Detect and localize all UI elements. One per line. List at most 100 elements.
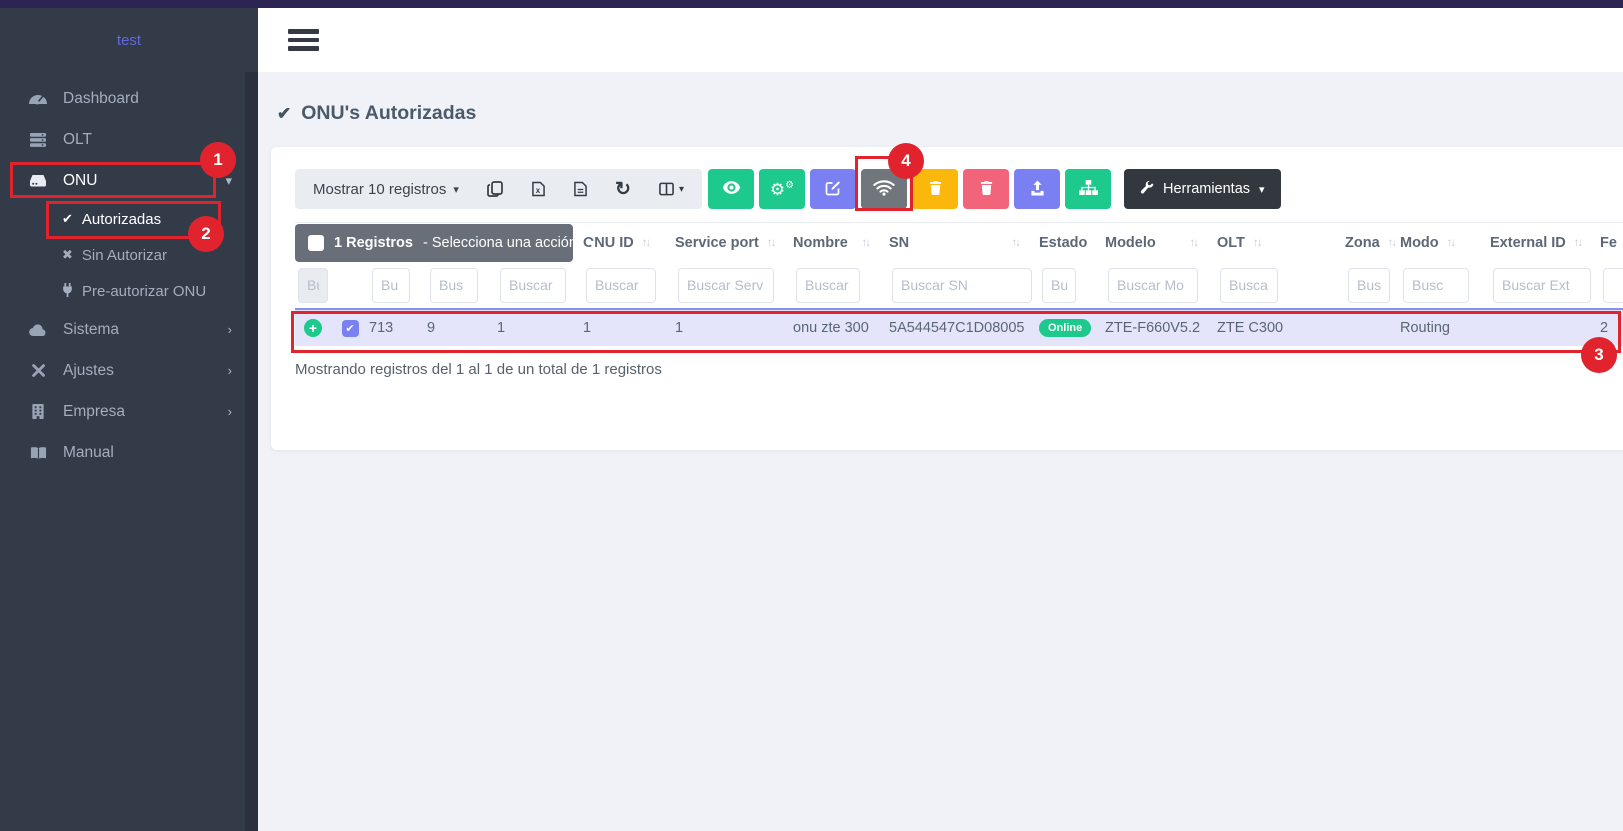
edit-icon [825, 180, 841, 199]
filter-input-zona[interactable] [1348, 268, 1390, 303]
cell-index: 713 [369, 320, 427, 336]
sidebar-item-label: Autorizadas [82, 211, 161, 228]
cell-fecha: 2 [1600, 320, 1623, 336]
column-header-modelo[interactable]: Modelo↑↓ [1105, 235, 1217, 251]
sidebar: test Dashboard OLT ONU ▾ ✔ Autorizadas ✖… [0, 8, 258, 831]
filter-input-port[interactable] [430, 268, 478, 303]
copy-icon[interactable] [487, 181, 503, 197]
filter-input-service-port[interactable] [678, 268, 774, 303]
column-header-olt[interactable]: OLT↑↓ [1217, 235, 1345, 251]
config-button[interactable]: ⚙⚙ [759, 169, 805, 209]
refresh-icon[interactable]: ↻ [615, 178, 631, 201]
column-header-onu-id[interactable]: ONU ID↑↓ [583, 235, 675, 251]
chevron-down-icon: ▾ [225, 173, 232, 189]
sidebar-item-autorizadas[interactable]: ✔ Autorizadas [0, 201, 258, 237]
filter-input-onu-id[interactable] [586, 268, 656, 303]
top-accent-bar [0, 0, 1623, 8]
bulk-action-select[interactable]: 1 Registros - Selecciona una acción ▾ [295, 224, 573, 262]
sidebar-item-label: Dashboard [63, 90, 139, 108]
cell-olt: ZTE C300 [1217, 320, 1345, 336]
filter-input-nombre[interactable] [796, 268, 860, 303]
column-header-modo[interactable]: Modo↑↓ [1400, 235, 1490, 251]
filter-input-estado[interactable] [1042, 268, 1076, 303]
table-row[interactable]: + ✔ 713 9 1 1 1 onu zte 300 5A544547C1D0… [295, 308, 1623, 346]
records-summary: Mostrando registros del 1 al 1 de un tot… [295, 361, 1623, 378]
wrench-icon [1140, 180, 1154, 198]
chevron-right-icon: › [228, 322, 232, 337]
filter-input-modo[interactable] [1403, 268, 1469, 303]
table-controls-group: Mostrar 10 registros ▾ x ↻ ▾ [295, 169, 702, 209]
sidebar-item-label: Ajustes [63, 362, 114, 380]
sidebar-item-ajustes[interactable]: Ajustes › [0, 350, 258, 391]
column-header-nombre[interactable]: Nombre↑↓ [793, 235, 889, 251]
column-header-zona[interactable]: Zona↑↓ [1345, 235, 1400, 251]
sort-icon: ↑↓ [1388, 237, 1396, 249]
filter-input-modelo[interactable] [1108, 268, 1198, 303]
filter-input-expand[interactable] [298, 268, 328, 303]
sidebar-item-label: Manual [63, 444, 114, 462]
sitemap-icon [1079, 180, 1098, 198]
sidebar-item-pre-autorizar[interactable]: Pre-autorizar ONU [0, 273, 258, 309]
view-button[interactable] [708, 169, 754, 209]
column-header-external-id[interactable]: External ID↑↓ [1490, 235, 1600, 251]
upload-button[interactable] [1014, 169, 1060, 209]
sidebar-item-sistema[interactable]: Sistema › [0, 309, 258, 350]
sidebar-item-dashboard[interactable]: Dashboard [0, 78, 258, 119]
cloud-icon [28, 324, 48, 336]
caret-down-icon: ▾ [453, 183, 459, 196]
cell-modelo: ZTE-F660V5.2 [1105, 320, 1217, 336]
caret-down-icon: ▾ [589, 236, 595, 250]
book-icon [28, 446, 48, 460]
delete-button[interactable] [963, 169, 1009, 209]
gears-icon: ⚙⚙ [770, 181, 794, 198]
filter-input-external-id[interactable] [1493, 268, 1591, 303]
cell-nombre: onu zte 300 [793, 320, 889, 336]
hamburger-menu-icon[interactable] [288, 25, 320, 55]
server-icon [28, 133, 48, 147]
x-icon: ✖ [62, 247, 73, 263]
column-header-fecha[interactable]: Fe [1600, 235, 1623, 251]
wifi-button[interactable] [861, 169, 907, 209]
sidebar-item-manual[interactable]: Manual [0, 432, 258, 473]
table-toolbar: Mostrar 10 registros ▾ x ↻ ▾ ⚙⚙ [295, 169, 1623, 209]
file-text-icon[interactable] [574, 181, 587, 197]
select-all-checkbox[interactable] [308, 235, 324, 251]
expand-row-icon[interactable]: + [304, 319, 322, 337]
herramientas-button[interactable]: Herramientas ▾ [1124, 169, 1281, 209]
clear-button[interactable] [912, 169, 958, 209]
filter-input-olt[interactable] [1220, 268, 1278, 303]
columns-visibility-icon[interactable]: ▾ [659, 180, 683, 198]
page-title: ✔ ONU's Autorizadas [258, 72, 1623, 125]
sort-icon: ↑↓ [1574, 237, 1582, 249]
table-filter-row [295, 262, 1623, 308]
sort-icon: ↑↓ [862, 237, 870, 249]
column-header-sn[interactable]: SN↑↓ [889, 235, 1039, 251]
sidebar-scroll-track[interactable] [245, 72, 258, 831]
sidebar-item-sin-autorizar[interactable]: ✖ Sin Autorizar [0, 237, 258, 273]
sidebar-nav: Dashboard OLT ONU ▾ ✔ Autorizadas ✖ Sin … [0, 72, 258, 473]
row-checkbox[interactable]: ✔ [342, 320, 359, 337]
topbar [258, 8, 1623, 72]
sidebar-item-label: Sin Autorizar [82, 247, 167, 264]
filter-input-card[interactable] [500, 268, 566, 303]
filter-input-index[interactable] [372, 268, 410, 303]
sort-icon: ↑↓ [767, 237, 775, 249]
cell-sn: 5A544547C1D08005 [889, 320, 1039, 336]
sitemap-button[interactable] [1065, 169, 1111, 209]
sidebar-item-empresa[interactable]: Empresa › [0, 391, 258, 432]
export-excel-icon[interactable]: x [532, 181, 545, 197]
trash-icon [980, 180, 993, 199]
sort-icon: ↑↓ [642, 237, 650, 249]
column-header-service-port[interactable]: Service port↑↓ [675, 235, 793, 251]
brand-logo[interactable]: test [0, 8, 258, 72]
sidebar-item-label: ONU [63, 172, 97, 190]
sidebar-item-onu[interactable]: ONU ▾ [0, 160, 258, 201]
column-header-estado[interactable]: Estado [1039, 235, 1105, 251]
filter-input-fecha[interactable] [1603, 268, 1623, 303]
page-length-select[interactable]: Mostrar 10 registros ▾ [313, 181, 459, 198]
status-badge: Online [1039, 319, 1091, 337]
edit-button[interactable] [810, 169, 856, 209]
sidebar-item-olt[interactable]: OLT [0, 119, 258, 160]
filter-input-sn[interactable] [892, 268, 1032, 303]
sidebar-item-label: Empresa [63, 403, 125, 421]
